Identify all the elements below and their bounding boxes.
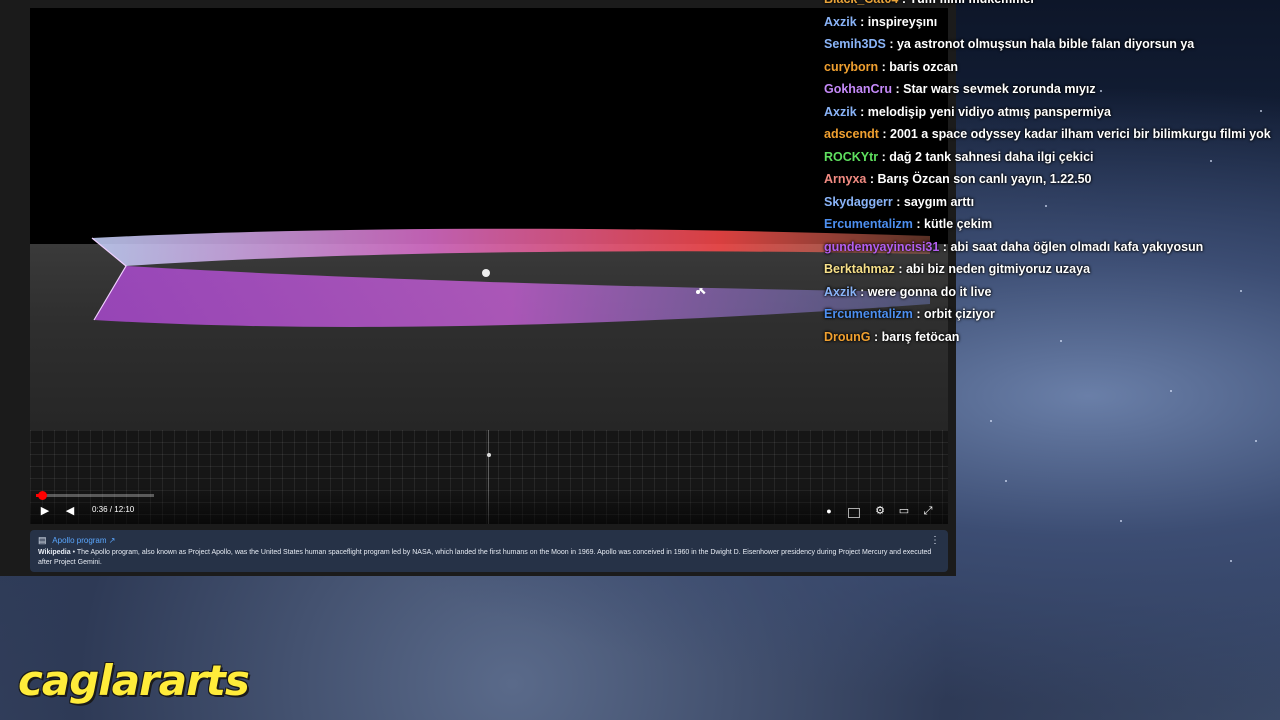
- chat-message: Axzik : inspireyşını: [824, 11, 1274, 34]
- chat-text: melodişip yeni vidiyo atmış panspermiya: [867, 104, 1111, 119]
- chat-text: Star wars sevmek zorunda mıyız: [903, 82, 1096, 96]
- autoplay-icon[interactable]: ●: [821, 504, 837, 518]
- chat-text: were gonna do it live: [867, 284, 992, 299]
- mouse-cursor-icon: ⬉: [698, 286, 707, 297]
- chat-message: adscendt : 2001 a space odyssey kadar il…: [824, 123, 1274, 146]
- chat-message: gundemyayincisi31 : abi saat daha öğlen …: [824, 236, 1274, 259]
- chat-text: inspireyşını: [867, 14, 938, 29]
- chat-separator: :: [856, 284, 868, 299]
- chat-username[interactable]: gundemyayincisi31: [824, 240, 939, 254]
- chat-text: barış fetöcan: [881, 329, 960, 344]
- progress-scrubber[interactable]: [37, 491, 47, 500]
- time-display: 0:36 / 12:10: [92, 505, 135, 514]
- video-player[interactable]: ▶ ◀ 0:36 / 12:10 ● ⚙ ▭ ⤢ ⬉: [30, 8, 948, 524]
- chat-username[interactable]: Axzik: [824, 15, 857, 29]
- chat-text: dağ 2 tank sahnesi daha ilgi çekici: [889, 149, 1094, 164]
- chat-text: baris ozcan: [889, 59, 959, 74]
- chat-separator: :: [885, 37, 897, 51]
- chat-message: Semih3DS : ya astronot olmuşsun hala bib…: [824, 33, 1274, 56]
- chat-username[interactable]: DrounG: [824, 330, 871, 344]
- chat-username[interactable]: Ercumentalizm: [824, 217, 913, 231]
- chat-username[interactable]: Axzik: [824, 105, 857, 119]
- chat-overlay: Black_Cat04 : Tüm filmi mükemmelAxzik : …: [824, 0, 1274, 348]
- chat-username[interactable]: Berktahmaz: [824, 262, 895, 276]
- chat-message: ROCKYtr : dağ 2 tank sahnesi daha ilgi ç…: [824, 146, 1274, 169]
- player-controls: ▶ ◀ 0:36 / 12:10 ● ⚙ ▭ ⤢: [30, 486, 948, 524]
- chat-separator: :: [878, 149, 890, 164]
- chat-username[interactable]: adscendt: [824, 127, 879, 141]
- info-source: Wikipedia: [38, 549, 71, 556]
- chat-separator: :: [892, 194, 904, 209]
- chat-text: orbit çiziyor: [924, 307, 995, 321]
- info-panel: ▤ Apollo program ↗ ⋮ Wikipedia • The Apo…: [30, 530, 948, 572]
- chat-text: Tüm filmi mükemmel: [909, 0, 1033, 6]
- chat-message: curyborn : baris ozcan: [824, 56, 1274, 79]
- chat-message: DrounG : barış fetöcan: [824, 326, 1274, 349]
- fullscreen-icon[interactable]: ⤢: [920, 504, 936, 518]
- chat-separator: :: [894, 262, 906, 276]
- chat-message: Ercumentalizm : orbit çiziyor: [824, 303, 1274, 326]
- captions-icon[interactable]: [848, 508, 860, 518]
- chat-separator: :: [856, 104, 868, 119]
- chat-message: Skydaggerr : saygım arttı: [824, 191, 1274, 214]
- more-options-icon[interactable]: ⋮: [930, 535, 940, 546]
- chat-separator: :: [878, 127, 890, 141]
- chat-message: Black_Cat04 : Tüm filmi mükemmel: [824, 0, 1274, 11]
- chat-message: Arnyxa : Barış Özcan son canlı yayın, 1.…: [824, 168, 1274, 191]
- channel-logo: caglararts: [18, 656, 250, 705]
- chat-separator: :: [939, 239, 951, 254]
- grid-marker: [487, 453, 491, 457]
- chat-username[interactable]: Axzik: [824, 285, 857, 299]
- chat-separator: :: [912, 217, 925, 231]
- info-description: • The Apollo program, also known as Proj…: [38, 549, 932, 566]
- chat-username[interactable]: curyborn: [824, 60, 878, 74]
- chat-separator: :: [912, 307, 925, 321]
- chat-separator: :: [878, 59, 890, 74]
- chat-separator: :: [870, 329, 882, 344]
- play-icon[interactable]: ▶: [37, 504, 53, 518]
- chat-username[interactable]: Arnyxa: [824, 172, 866, 186]
- info-title[interactable]: Apollo program: [52, 536, 106, 545]
- chat-username[interactable]: Black_Cat04: [824, 0, 898, 6]
- chat-separator: :: [856, 14, 868, 29]
- chat-username[interactable]: Ercumentalizm: [824, 307, 913, 321]
- chat-username[interactable]: ROCKYtr: [824, 150, 878, 164]
- external-link-icon: ↗: [108, 536, 116, 545]
- chat-message: GokhanCru : Star wars sevmek zorunda mıy…: [824, 78, 1274, 101]
- chat-separator: :: [892, 82, 904, 96]
- info-text: Wikipedia • The Apollo program, also kno…: [38, 548, 934, 568]
- chat-message: Axzik : were gonna do it live: [824, 281, 1274, 304]
- chat-message: Axzik : melodişip yeni vidiyo atmış pans…: [824, 101, 1274, 124]
- chat-text: saygım arttı: [903, 194, 975, 209]
- chat-message: Ercumentalizm : kütle çekim: [824, 213, 1274, 236]
- document-icon: ▤: [38, 535, 47, 545]
- chat-separator: :: [866, 172, 878, 186]
- chat-username[interactable]: Skydaggerr: [824, 195, 893, 209]
- orbit-visualization: [91, 228, 930, 327]
- chat-separator: :: [898, 0, 909, 6]
- chat-text: kütle çekim: [924, 217, 993, 231]
- progress-bar[interactable]: [36, 491, 154, 500]
- chat-username[interactable]: Semih3DS: [824, 37, 886, 51]
- chat-text: abi biz neden gitmiyoruz uzaya: [905, 262, 1091, 276]
- volume-icon[interactable]: ◀: [62, 504, 78, 518]
- chat-username[interactable]: GokhanCru: [824, 82, 892, 96]
- info-title-row[interactable]: ▤ Apollo program ↗: [38, 535, 115, 546]
- chat-message: Berktahmaz : abi biz neden gitmiyoruz uz…: [824, 258, 1274, 281]
- chat-text: abi saat daha öğlen olmadı kafa yakıyosu…: [950, 239, 1204, 254]
- chat-text: ya astronot olmuşsun hala bible falan di…: [896, 37, 1195, 51]
- chat-text: Barış Özcan son canlı yayın, 1.22.50: [877, 172, 1092, 186]
- settings-icon[interactable]: ⚙: [872, 504, 888, 518]
- chat-text: 2001 a space odyssey kadar ilham verici …: [890, 127, 1271, 141]
- theater-icon[interactable]: ▭: [896, 504, 912, 518]
